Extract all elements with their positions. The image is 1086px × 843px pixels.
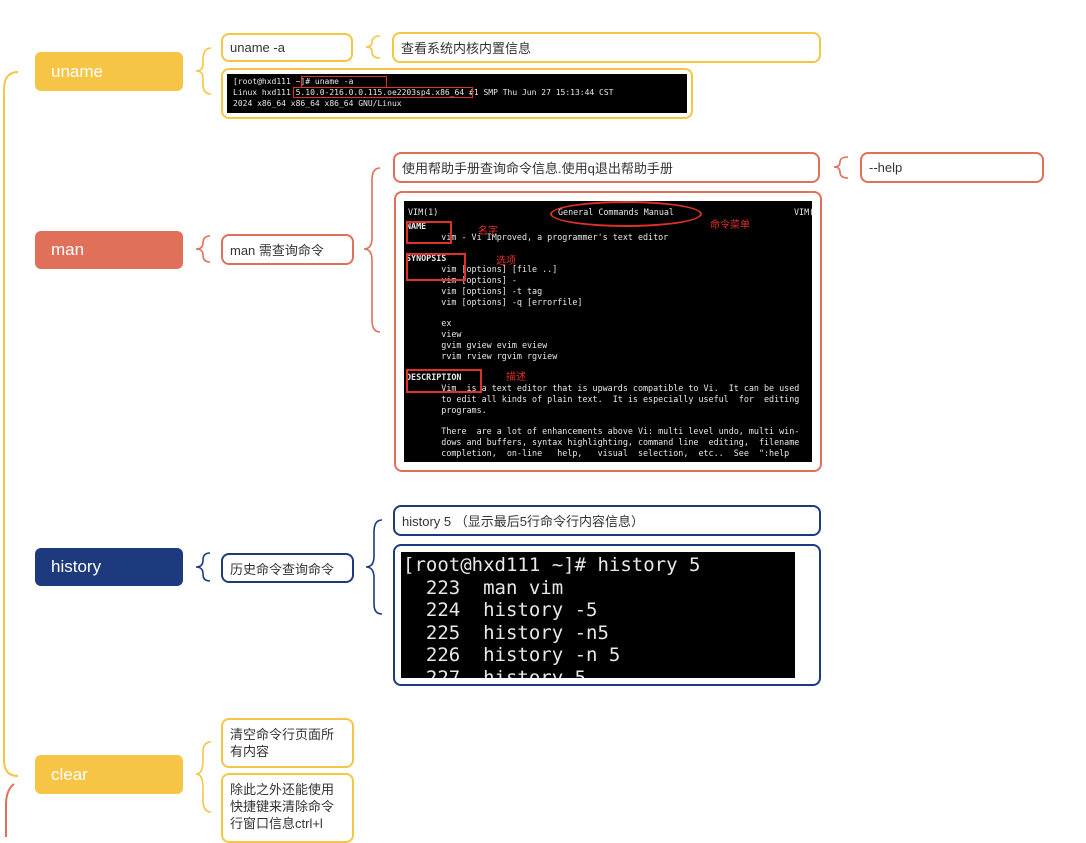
- man-terminal-line: completion, on-line help, visual selecti…: [406, 447, 790, 458]
- synopsis-highlight-box: [406, 253, 466, 281]
- man-alt-text: --help: [869, 160, 903, 175]
- history-terminal: [root@hxd111 ~]# history 5 223 man vim 2…: [401, 552, 795, 678]
- node-uname-label: uname: [51, 61, 103, 81]
- man-terminal-line: programs.: [406, 404, 487, 415]
- clear-desc2-box[interactable]: 除此之外还能使用快捷键来清除命令行窗口信息ctrl+l: [221, 773, 354, 843]
- uname-terminal-line: 2024 x86_64 x86_64 x86_64 GNU/Linux: [233, 99, 402, 108]
- man-note-box[interactable]: man 需查询命令: [221, 234, 354, 265]
- clear-desc1-box[interactable]: 清空命令行页面所有内容: [221, 718, 354, 768]
- annotation-name: 名字: [478, 226, 498, 237]
- annotation-synopsis: 选项: [496, 256, 516, 267]
- man-terminal-line: to edit all kinds of plain text. It is e…: [406, 393, 800, 404]
- node-history-label: history: [51, 557, 102, 576]
- uname-highlight-box: [293, 87, 473, 98]
- man-note-text: man 需查询命令: [230, 243, 324, 258]
- node-clear[interactable]: clear: [35, 755, 183, 794]
- description-highlight-box: [406, 369, 482, 393]
- node-man-label: man: [51, 240, 85, 259]
- man-terminal-line: There are a lot of enhancements above Vi…: [406, 426, 800, 437]
- man-terminal-line: SYNOPSIS: [406, 253, 447, 264]
- man-screenshot-box: VIM(1) General Commands Manual VIM(1) NA…: [394, 191, 822, 472]
- man-terminal-line: vim [options] -q [errorfile]: [406, 296, 583, 307]
- man-terminal-line: vim [options] -: [406, 274, 517, 285]
- history-screenshot-box: [root@hxd111 ~]# history 5 223 man vim 2…: [393, 544, 821, 686]
- history-terminal-line: [root@hxd111 ~]# history 5: [403, 554, 701, 576]
- man-terminal-line: ex: [406, 318, 452, 329]
- history-note-text: 历史命令查询命令: [230, 561, 335, 577]
- man-terminal-line: vim [options] -t tag: [406, 285, 543, 296]
- name-highlight-box: [406, 221, 452, 244]
- history-desc-text: history 5 （显示最后5行命令行内容信息）: [402, 514, 644, 529]
- node-man[interactable]: man: [35, 231, 183, 269]
- uname-desc-text: 查看系统内核内置信息: [401, 41, 532, 56]
- uname-command-text: uname -a: [230, 40, 285, 55]
- man-terminal-line: [406, 243, 810, 254]
- annotation-description: 描述: [506, 372, 526, 383]
- uname-terminal: [root@hxd111 ~]# uname -a Linux hxd111 5…: [227, 74, 687, 113]
- man-header-left: VIM(1): [408, 207, 439, 217]
- history-terminal-line: 225 history -n5: [403, 621, 609, 644]
- node-history[interactable]: history: [35, 548, 183, 586]
- man-terminal-body: NAME vim - Vi IMproved, a programmer's t…: [406, 221, 810, 459]
- history-desc-box[interactable]: history 5 （显示最后5行命令行内容信息）: [393, 505, 821, 536]
- node-uname[interactable]: uname: [35, 52, 183, 91]
- man-desc-text: 使用帮助手册查询命令信息.使用q退出帮助手册: [402, 161, 673, 176]
- man-header-right: VIM(1): [794, 207, 812, 217]
- uname-desc-box[interactable]: 查看系统内核内置信息: [392, 32, 821, 63]
- clear-desc1-text: 清空命令行页面所有内容: [230, 727, 335, 759]
- uname-command-box[interactable]: uname -a: [221, 33, 353, 62]
- history-terminal-line: 223 man vim: [403, 576, 564, 599]
- man-terminal-line: dows and buffers, syntax highlighting, c…: [406, 436, 800, 447]
- man-alt-box[interactable]: --help: [860, 152, 1044, 183]
- uname-screenshot-box: [root@hxd111 ~]# uname -a Linux hxd111 5…: [221, 68, 693, 119]
- clear-desc2-text: 除此之外还能使用快捷键来清除命令行窗口信息ctrl+l: [230, 782, 335, 831]
- man-terminal-line: [406, 415, 810, 426]
- man-terminal: VIM(1) General Commands Manual VIM(1) NA…: [404, 201, 812, 462]
- node-clear-label: clear: [51, 764, 88, 784]
- man-desc-box[interactable]: 使用帮助手册查询命令信息.使用q退出帮助手册: [393, 152, 820, 183]
- history-terminal-line: 227 history 5: [403, 666, 587, 679]
- history-terminal-line: 224 history -5: [403, 599, 598, 621]
- man-terminal-line: [406, 307, 810, 318]
- man-terminal-line: vim - Vi IMproved, a programmer's text e…: [406, 231, 669, 242]
- man-terminal-line: view: [406, 328, 462, 339]
- annotation-manual: 命令菜单: [710, 220, 750, 231]
- manual-highlight-ellipse: [550, 201, 702, 227]
- man-terminal-line: vim [options] [file ..]: [406, 264, 558, 275]
- man-terminal-line: gvim gview evim eview: [406, 339, 548, 350]
- history-note-box[interactable]: 历史命令查询命令: [221, 553, 354, 583]
- history-terminal-line: 226 history -n 5: [403, 644, 621, 666]
- man-terminal-line: rvim rview rgvim rgview: [406, 350, 558, 361]
